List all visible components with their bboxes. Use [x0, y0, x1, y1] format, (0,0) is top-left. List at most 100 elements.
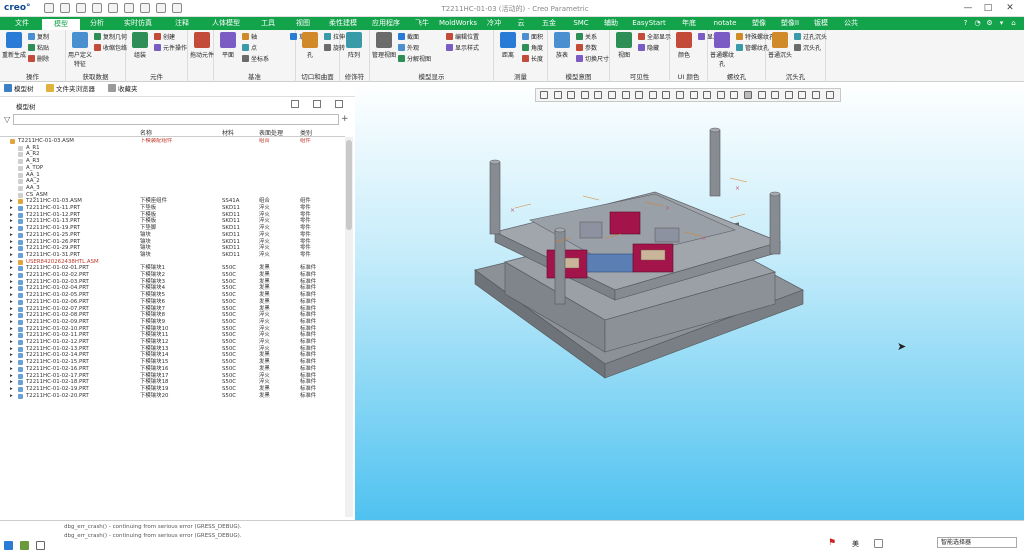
ribbon-button-1-0[interactable]: 用户定义特征 [68, 32, 92, 68]
expand-toggle-icon[interactable]: ▸ [10, 393, 13, 400]
tab-19[interactable]: notate [706, 17, 744, 30]
redo-icon[interactable] [108, 3, 118, 13]
tree-row[interactable]: ▸ T2211HC-01-12.PRT 下模板 SKD11 淬火 零件 [0, 212, 345, 219]
tab-2[interactable]: 分析 [82, 17, 112, 30]
ribbon-button-7-1[interactable]: 截面 [398, 33, 419, 43]
tab-5[interactable]: 人体模型 [202, 17, 250, 30]
ribbon-button-13-0[interactable]: 普通沉头 [768, 32, 792, 59]
expand-toggle-icon[interactable]: ▸ [10, 319, 13, 326]
expand-toggle-icon[interactable]: ▸ [10, 386, 13, 393]
col-category[interactable]: 类别 [300, 128, 312, 137]
tree-row[interactable]: ▸ T2211HC-01-02-18.PRT 下模镶块18 S50C 淬火 标准件 [0, 379, 345, 386]
datum-display-icon[interactable] [648, 91, 657, 99]
tab-7[interactable]: 视图 [286, 17, 320, 30]
ribbon-group-label[interactable]: UI 颜色 [670, 71, 707, 81]
tab-13[interactable]: 云 [510, 17, 532, 30]
tree-row[interactable]: ▸ T2211HC-01-02-13.PRT 下模镶块13 S50C 淬火 标准件 [0, 346, 345, 353]
tree-scroll-thumb[interactable] [346, 140, 352, 230]
ribbon-button-7-0[interactable]: 管理视图 [372, 32, 396, 59]
expand-toggle-icon[interactable]: ▸ [10, 306, 13, 313]
tree-row[interactable]: ▸ T2211HC-01-02-11.PRT 下模镶块11 S50C 淬火 标准件 [0, 332, 345, 339]
show-icon[interactable] [313, 100, 321, 108]
ribbon-button-13-1[interactable]: 过孔沉头 [794, 33, 827, 43]
ribbon-group-label[interactable]: 模型意图 [548, 71, 609, 81]
ribbon-button-7-5[interactable]: 显示样式 [446, 44, 479, 54]
full-screen-icon[interactable] [36, 541, 45, 550]
expand-toggle-icon[interactable]: ▸ [10, 272, 13, 279]
expand-toggle-icon[interactable]: ▸ [10, 279, 13, 286]
zoom-out-icon[interactable] [567, 91, 576, 99]
ribbon-button-1-1[interactable]: 复制几何 [94, 33, 127, 43]
ribbon-button-9-1[interactable]: 关系 [576, 33, 597, 43]
perspective-icon[interactable] [594, 91, 603, 99]
expand-toggle-icon[interactable]: ▸ [10, 212, 13, 219]
undo-icon[interactable] [92, 3, 102, 13]
expand-toggle-icon[interactable]: ▸ [10, 259, 13, 266]
tree-row[interactable]: ▸ T2211HC-01-11.PRT 下垫板 SKD11 淬火 零件 [0, 205, 345, 212]
ribbon-group-label[interactable]: 修饰符 [340, 71, 369, 81]
col-material[interactable]: 材料 [222, 128, 234, 137]
ribbon-button-6-0[interactable]: 阵列 [342, 32, 366, 59]
tree-row[interactable]: ▸ T2211HC-01-26.PRT 镶块 SKD11 淬火 零件 [0, 239, 345, 246]
settings-icon[interactable]: ⚙ [984, 18, 995, 29]
ribbon-button-7-3[interactable]: 分解视图 [398, 55, 431, 65]
ribbon-button-10-0[interactable]: 视图 [612, 32, 636, 59]
tab-23[interactable]: 公共 [836, 17, 866, 30]
tab-9[interactable]: 应用程序 [366, 17, 406, 30]
tab-12[interactable]: 冷冲 [480, 17, 508, 30]
wireframe-icon[interactable] [784, 91, 793, 99]
expand-toggle-icon[interactable]: ▸ [10, 232, 13, 239]
point-display-icon[interactable] [689, 91, 698, 99]
tree-row[interactable]: AA_3 [0, 185, 345, 192]
view-manager-icon[interactable] [608, 91, 616, 99]
ribbon-button-4-2[interactable]: 点 [242, 44, 257, 54]
expand-toggle-icon[interactable]: ▸ [10, 339, 13, 346]
ribbon-group-label[interactable]: 元件 [126, 71, 187, 81]
tree-row[interactable]: ▸ T2211HC-01-02-16.PRT 下模镶块16 S50C 发黑 标准件 [0, 366, 345, 373]
tree-row[interactable]: ▸ USER8420262438HTL.ASM [0, 259, 345, 266]
tree-row[interactable]: ▸ T2211HC-01-02-15.PRT 下模镶块15 S50C 发黑 标准件 [0, 359, 345, 366]
saved-views-icon[interactable] [621, 91, 630, 99]
repaint-icon[interactable] [580, 91, 589, 99]
expand-toggle-icon[interactable]: ▸ [10, 352, 13, 359]
new-file-icon[interactable] [44, 3, 54, 13]
ribbon-button-10-2[interactable]: 隐藏 [638, 44, 659, 54]
tree-row[interactable]: ▸ T2211HC-01-02-03.PRT 下模镶块3 S50C 发黑 标准件 [0, 279, 345, 286]
tree-row[interactable]: AA_1 [0, 172, 345, 179]
ribbon-group-label[interactable]: 可见性 [610, 71, 669, 81]
tab-8[interactable]: 柔性建模 [322, 17, 364, 30]
tree-row[interactable]: A_TOP [0, 165, 345, 172]
ribbon-button-0-1[interactable]: 复制 [28, 33, 49, 43]
tree-settings-icon[interactable] [291, 100, 299, 108]
ribbon-button-7-4[interactable]: 编辑位置 [446, 33, 479, 43]
expand-toggle-icon[interactable]: ▸ [10, 359, 13, 366]
tree-row[interactable]: ▸ T2211HC-01-13.PRT 下模板 SKD11 淬火 零件 [0, 218, 345, 225]
tree-row[interactable]: ▸ T2211HC-01-02-12.PRT 下模镶块12 S50C 淬火 标准件 [0, 339, 345, 346]
tree-row[interactable]: AA_2 [0, 178, 345, 185]
ribbon-button-8-0[interactable]: 距离 [496, 32, 520, 59]
ribbon-group-label[interactable]: 螺纹孔 [708, 71, 765, 81]
tree-row[interactable]: ▸ T2211HC-01-29.PRT 镶块 SKD11 淬火 零件 [0, 245, 345, 252]
selection-filter-dropdown[interactable]: 智能选择器 [937, 537, 1017, 548]
ribbon-button-13-2[interactable]: 沉头孔 [794, 44, 821, 54]
tree-row[interactable]: ▸ T2211HC-01-02-20.PRT 下模镶块20 S50C 发黑 标准件 [0, 393, 345, 400]
tab-18[interactable]: 年底 [674, 17, 704, 30]
tree-row[interactable]: ▸ T2211HC-01-02-19.PRT 下模镶块19 S50C 发黑 标准件 [0, 386, 345, 393]
ribbon-group-label[interactable]: 操作 [0, 71, 65, 81]
tab-folder-browser[interactable]: 文件夹浏览器 [46, 84, 95, 95]
tree-row[interactable]: ▸ T2211HC-01-02-10.PRT 下模镶块10 S50C 淬火 标准件 [0, 326, 345, 333]
expand-toggle-icon[interactable]: ▸ [10, 225, 13, 232]
ribbon-button-0-3[interactable]: 删除 [28, 55, 49, 65]
expand-toggle-icon[interactable]: ▸ [10, 205, 13, 212]
tree-row[interactable]: ▸ T2211HC-01-03.ASM 下模座组件 SS41A 组合 组件 [0, 198, 345, 205]
tree-row[interactable]: ▸ T2211HC-01-02-01.PRT 下模镶块1 S50C 发黑 标准件 [0, 265, 345, 272]
unit-indicator[interactable]: 美 [852, 539, 859, 549]
expand-toggle-icon[interactable]: ▸ [10, 265, 13, 272]
ribbon-group-label[interactable]: 沉头孔 [766, 71, 825, 81]
ribbon-button-2-0[interactable]: 组装 [128, 32, 152, 59]
expand-toggle-icon[interactable]: ▸ [10, 198, 13, 205]
model-icon[interactable] [20, 541, 29, 550]
tree-row[interactable]: ▸ T2211HC-01-02-04.PRT 下模镶块4 S50C 发黑 标准件 [0, 285, 345, 292]
pause-icon[interactable] [812, 91, 820, 99]
tree-row[interactable]: ▸ T2211HC-01-02-06.PRT 下模镶块6 S50C 发黑 标准件 [0, 299, 345, 306]
